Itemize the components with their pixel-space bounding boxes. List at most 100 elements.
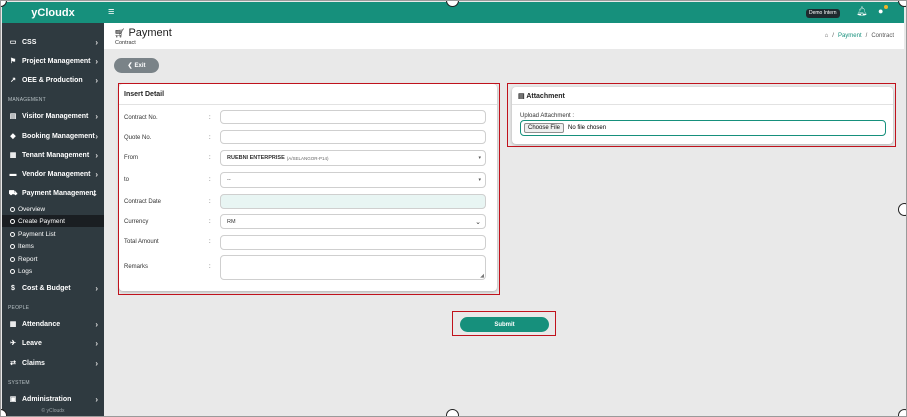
circle-icon bbox=[10, 268, 15, 274]
sidebar-item-project-management[interactable]: ⚑ Project Management › bbox=[2, 53, 104, 69]
sidebar-item-label: Booking Management bbox=[22, 132, 95, 140]
sidebar-subitem-label: Create Payment bbox=[18, 217, 65, 225]
circle-icon bbox=[10, 243, 15, 249]
chevron-right-icon: › bbox=[95, 56, 98, 66]
sidebar: yCloudx ▭ CSS › ⚑ Project Management › ↗… bbox=[2, 2, 104, 416]
chevron-right-icon: › bbox=[95, 319, 98, 329]
chevron-right-icon: › bbox=[95, 358, 98, 368]
exit-button[interactable]: ❮ Exit bbox=[114, 58, 159, 73]
building-icon: ▦ bbox=[9, 152, 17, 159]
page-header: 🛒︎ Payment Contract ⌂ / Payment / Contra… bbox=[104, 23, 904, 49]
chevron-right-icon: › bbox=[95, 338, 98, 348]
sidebar-subitem-label: Logs bbox=[18, 267, 33, 275]
chevron-right-icon: › bbox=[95, 131, 98, 141]
bell-icon[interactable]: 🔔︎ bbox=[856, 6, 867, 17]
page-title-text: Payment bbox=[128, 27, 172, 39]
sidebar-subitem-label: Items bbox=[18, 242, 34, 250]
sidebar-item-label: Attendance bbox=[22, 320, 61, 328]
highlight-attachment bbox=[507, 83, 896, 147]
circle-icon bbox=[10, 256, 15, 262]
sidebar-item-label: OEE & Production bbox=[22, 76, 83, 84]
user-role-badge: Demo Intern bbox=[806, 9, 840, 18]
breadcrumb-current: Contract bbox=[871, 33, 894, 39]
page-subtitle: Contract bbox=[115, 40, 136, 46]
sidebar-item-claims[interactable]: ⇄ Claims › bbox=[2, 355, 104, 371]
user-profile-icon[interactable]: ● bbox=[878, 5, 888, 16]
sidebar-item-label: Claims bbox=[22, 359, 45, 367]
sidebar-item-oee-production[interactable]: ↗ OEE & Production › bbox=[2, 72, 104, 88]
chevron-right-icon: › bbox=[95, 111, 98, 121]
sidebar-item-css[interactable]: ▭ CSS › bbox=[2, 34, 104, 50]
sidebar-item-cost-budget[interactable]: $ Cost & Budget › bbox=[2, 280, 104, 296]
sidebar-item-label: CSS bbox=[22, 38, 37, 46]
sidebar-item-label: Payment Management bbox=[22, 189, 96, 197]
sidebar-item-label: Administration bbox=[22, 395, 72, 403]
plane-icon: ✈ bbox=[10, 340, 16, 347]
resize-handle-bottom-center[interactable] bbox=[446, 409, 459, 416]
sidebar-item-label: Tenant Management bbox=[22, 151, 90, 159]
resize-handle-bottom-right[interactable] bbox=[898, 409, 906, 416]
circle-icon bbox=[10, 231, 15, 237]
sidebar-item-label: Leave bbox=[22, 339, 42, 347]
highlight-insert-detail bbox=[118, 83, 500, 295]
sidebar-subitem-label: Overview bbox=[18, 205, 46, 213]
circle-icon bbox=[10, 218, 15, 224]
sidebar-item-booking-management[interactable]: ◆ Booking Management › bbox=[2, 128, 104, 144]
calendar-icon: ▦ bbox=[9, 321, 17, 328]
exit-button-label: Exit bbox=[134, 62, 146, 69]
sidebar-subitem-label: Payment List bbox=[18, 230, 56, 238]
arrow-left-icon: ❮ bbox=[127, 63, 133, 69]
chevron-right-icon: › bbox=[95, 169, 98, 179]
chevron-down-icon: ⌄ bbox=[91, 188, 98, 198]
sidebar-subitem-report[interactable]: Report bbox=[2, 253, 104, 265]
sidebar-section-system: SYSTEM bbox=[8, 380, 30, 386]
sidebar-item-leave[interactable]: ✈ Leave › bbox=[2, 335, 104, 351]
sidebar-subitem-logs[interactable]: Logs bbox=[2, 265, 104, 277]
truck-icon: ▬ bbox=[9, 170, 17, 178]
home-icon[interactable]: ⌂ bbox=[825, 33, 829, 39]
sidebar-section-people: PEOPLE bbox=[8, 305, 30, 311]
sidebar-subitem-items[interactable]: Items bbox=[2, 240, 104, 252]
breadcrumb-separator: / bbox=[865, 33, 868, 39]
resize-handle-right-center[interactable] bbox=[898, 203, 906, 216]
highlight-submit bbox=[452, 311, 556, 336]
sidebar-item-administration[interactable]: ▣ Administration › bbox=[2, 391, 104, 407]
breadcrumb: ⌂ / Payment / Contract bbox=[825, 33, 894, 39]
chevron-right-icon: › bbox=[95, 75, 98, 85]
hamburger-menu-icon[interactable]: ≡ bbox=[108, 6, 114, 18]
chart-line-icon: ↗ bbox=[10, 77, 16, 84]
flag-icon: ⚑ bbox=[9, 58, 17, 65]
sidebar-item-payment-management[interactable]: ⛟ Payment Management ⌄ bbox=[2, 185, 104, 201]
sidebar-footer: © yCloudx bbox=[41, 408, 65, 414]
breadcrumb-link-payment[interactable]: Payment bbox=[838, 33, 862, 39]
sidebar-item-label: Visitor Management bbox=[22, 112, 89, 120]
sidebar-item-label: Project Management bbox=[22, 57, 91, 65]
sidebar-subitem-overview[interactable]: Overview bbox=[2, 203, 104, 215]
notification-dot bbox=[884, 5, 888, 9]
dollar-icon: $ bbox=[11, 284, 15, 292]
sidebar-section-management: MANAGEMENT bbox=[8, 97, 46, 103]
tag-icon: ◆ bbox=[10, 133, 16, 140]
id-card-icon: ▤ bbox=[9, 113, 17, 120]
chevron-right-icon: › bbox=[95, 283, 98, 293]
sidebar-item-tenant-management[interactable]: ▦ Tenant Management › bbox=[2, 147, 104, 163]
page-title: 🛒︎ Payment bbox=[114, 27, 172, 39]
exchange-icon: ⇄ bbox=[10, 360, 16, 367]
sidebar-subitem-label: Report bbox=[18, 255, 38, 263]
circle-icon bbox=[10, 206, 15, 212]
sidebar-subitem-payment-list[interactable]: Payment List bbox=[2, 228, 104, 240]
sidebar-item-label: Cost & Budget bbox=[22, 284, 71, 292]
chevron-right-icon: › bbox=[95, 37, 98, 47]
sidebar-item-vendor-management[interactable]: ▬ Vendor Management › bbox=[2, 166, 104, 182]
chevron-right-icon: › bbox=[95, 150, 98, 160]
window-frame: yCloudx ▭ CSS › ⚑ Project Management › ↗… bbox=[0, 0, 907, 417]
sidebar-item-visitor-management[interactable]: ▤ Visitor Management › bbox=[2, 108, 104, 124]
sidebar-subitem-create-payment[interactable]: Create Payment bbox=[2, 215, 104, 227]
sidebar-item-attendance[interactable]: ▦ Attendance › bbox=[2, 316, 104, 332]
cart-icon: ⛟ bbox=[8, 189, 18, 197]
sidebar-item-label: Vendor Management bbox=[22, 170, 91, 178]
app-logo[interactable]: yCloudx bbox=[2, 2, 104, 23]
chevron-right-icon: › bbox=[95, 394, 98, 404]
breadcrumb-separator: / bbox=[832, 33, 834, 39]
cart-icon: 🛒︎ bbox=[114, 27, 126, 38]
